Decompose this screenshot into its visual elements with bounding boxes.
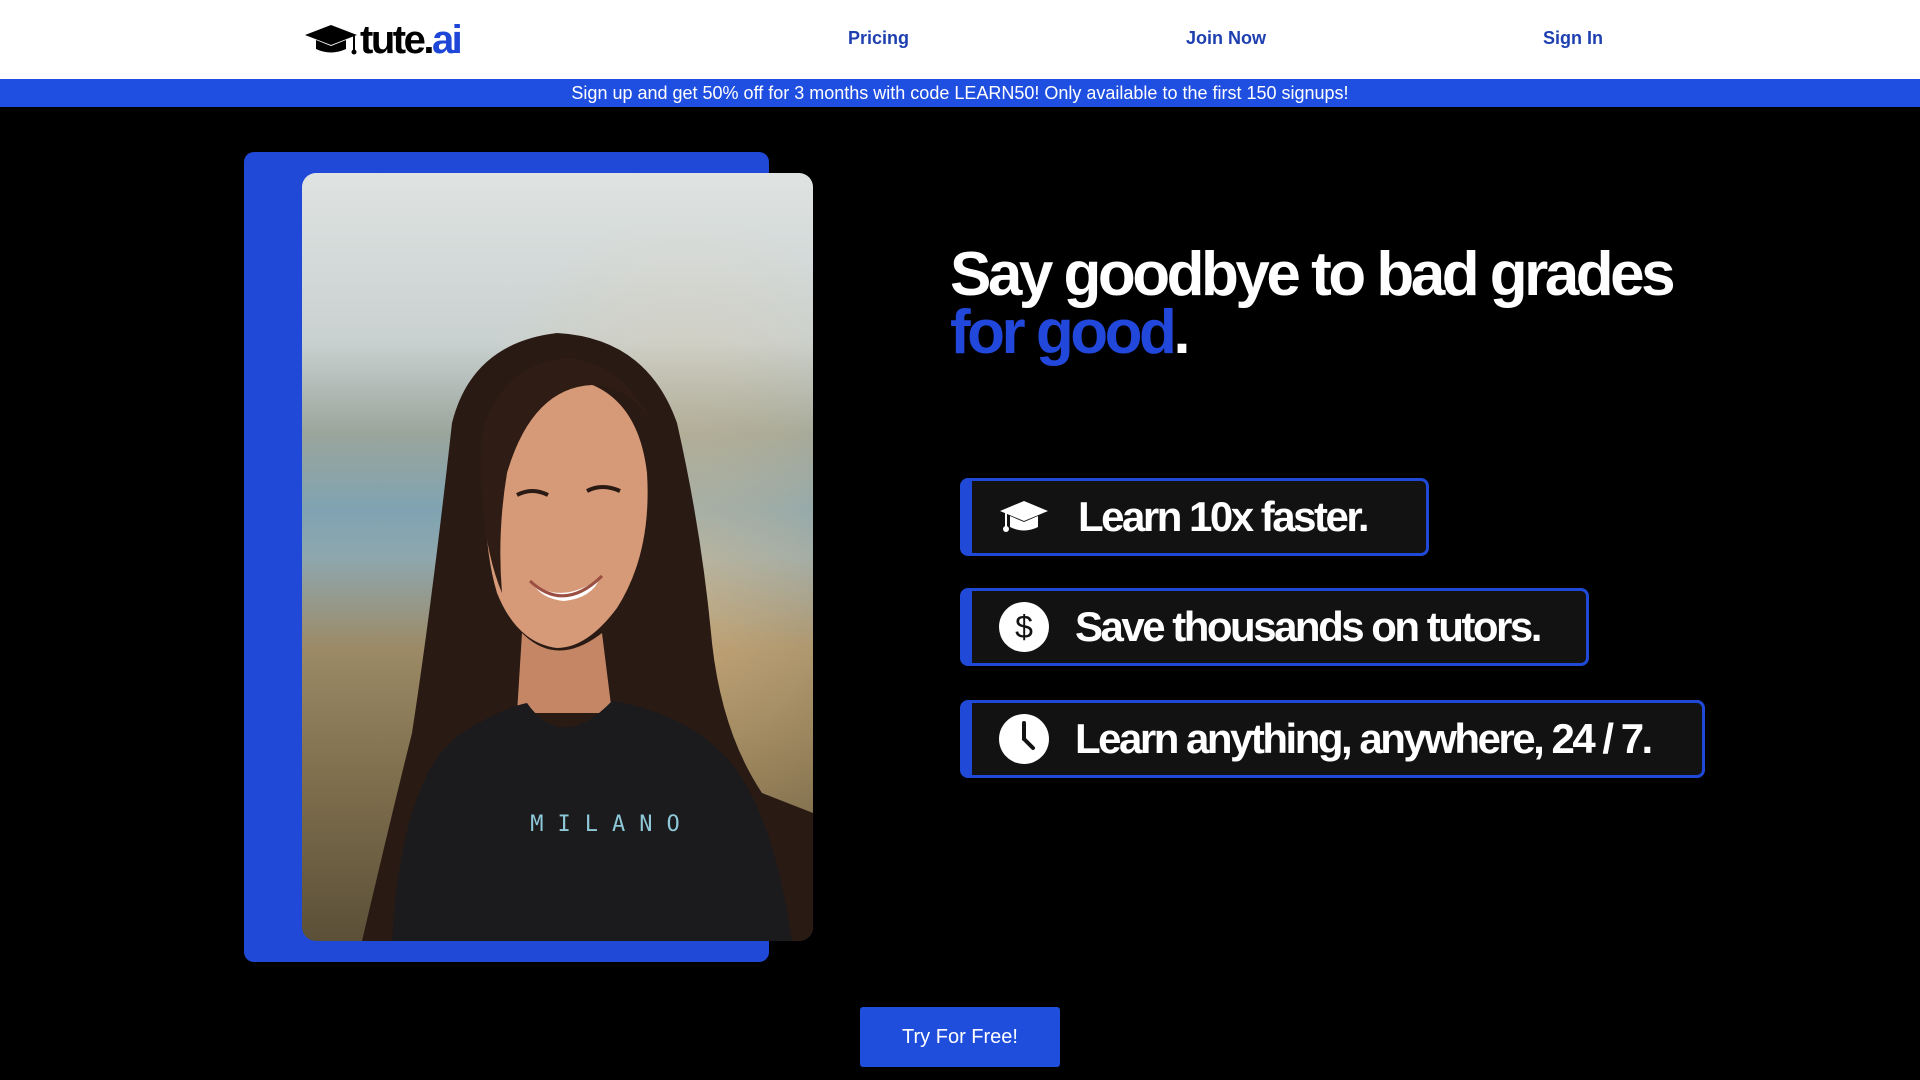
promo-banner-text: Sign up and get 50% off for 3 months wit…: [571, 82, 1349, 103]
headline-line1: Say goodbye to bad grades: [950, 240, 1676, 309]
try-for-free-button[interactable]: Try For Free!: [860, 1007, 1060, 1067]
logo-text: tute.ai: [360, 18, 463, 62]
hero-photo-illustration: MILANO: [302, 173, 813, 941]
dollar-icon: $: [998, 601, 1050, 653]
feature-save-money-text: Save thousands on tutors.: [1075, 603, 1542, 650]
graduation-cap-icon: [998, 491, 1050, 543]
feature-save-money: $ Save thousands on tutors.: [960, 588, 1589, 666]
svg-text:$: $: [1015, 609, 1033, 645]
shirt-text: MILANO: [530, 812, 693, 837]
top-nav: tute.ai Pricing Join Now Sign In: [0, 0, 1920, 79]
headline-accent: for good: [950, 298, 1177, 367]
feature-learn-anywhere: Learn anything, anywhere, 24 / 7.: [960, 700, 1705, 778]
hero-photo: MILANO: [302, 173, 813, 941]
nav-link-sign-in[interactable]: Sign In: [1543, 28, 1603, 49]
nav-link-pricing[interactable]: Pricing: [848, 28, 909, 49]
headline-period: .: [1173, 298, 1190, 367]
logo[interactable]: tute.ai: [304, 18, 463, 62]
promo-banner: Sign up and get 50% off for 3 months wit…: [0, 79, 1920, 107]
nav-link-join-now[interactable]: Join Now: [1186, 28, 1266, 49]
feature-learn-faster: Learn 10x faster.: [960, 478, 1429, 556]
feature-learn-anywhere-text: Learn anything, anywhere, 24 / 7.: [1075, 715, 1653, 762]
graduation-cap-icon: [305, 25, 357, 55]
clock-icon: [998, 713, 1050, 765]
hero-headline: Say goodbye to bad grades for good.: [950, 240, 1770, 364]
feature-learn-faster-text: Learn 10x faster.: [1078, 493, 1370, 540]
